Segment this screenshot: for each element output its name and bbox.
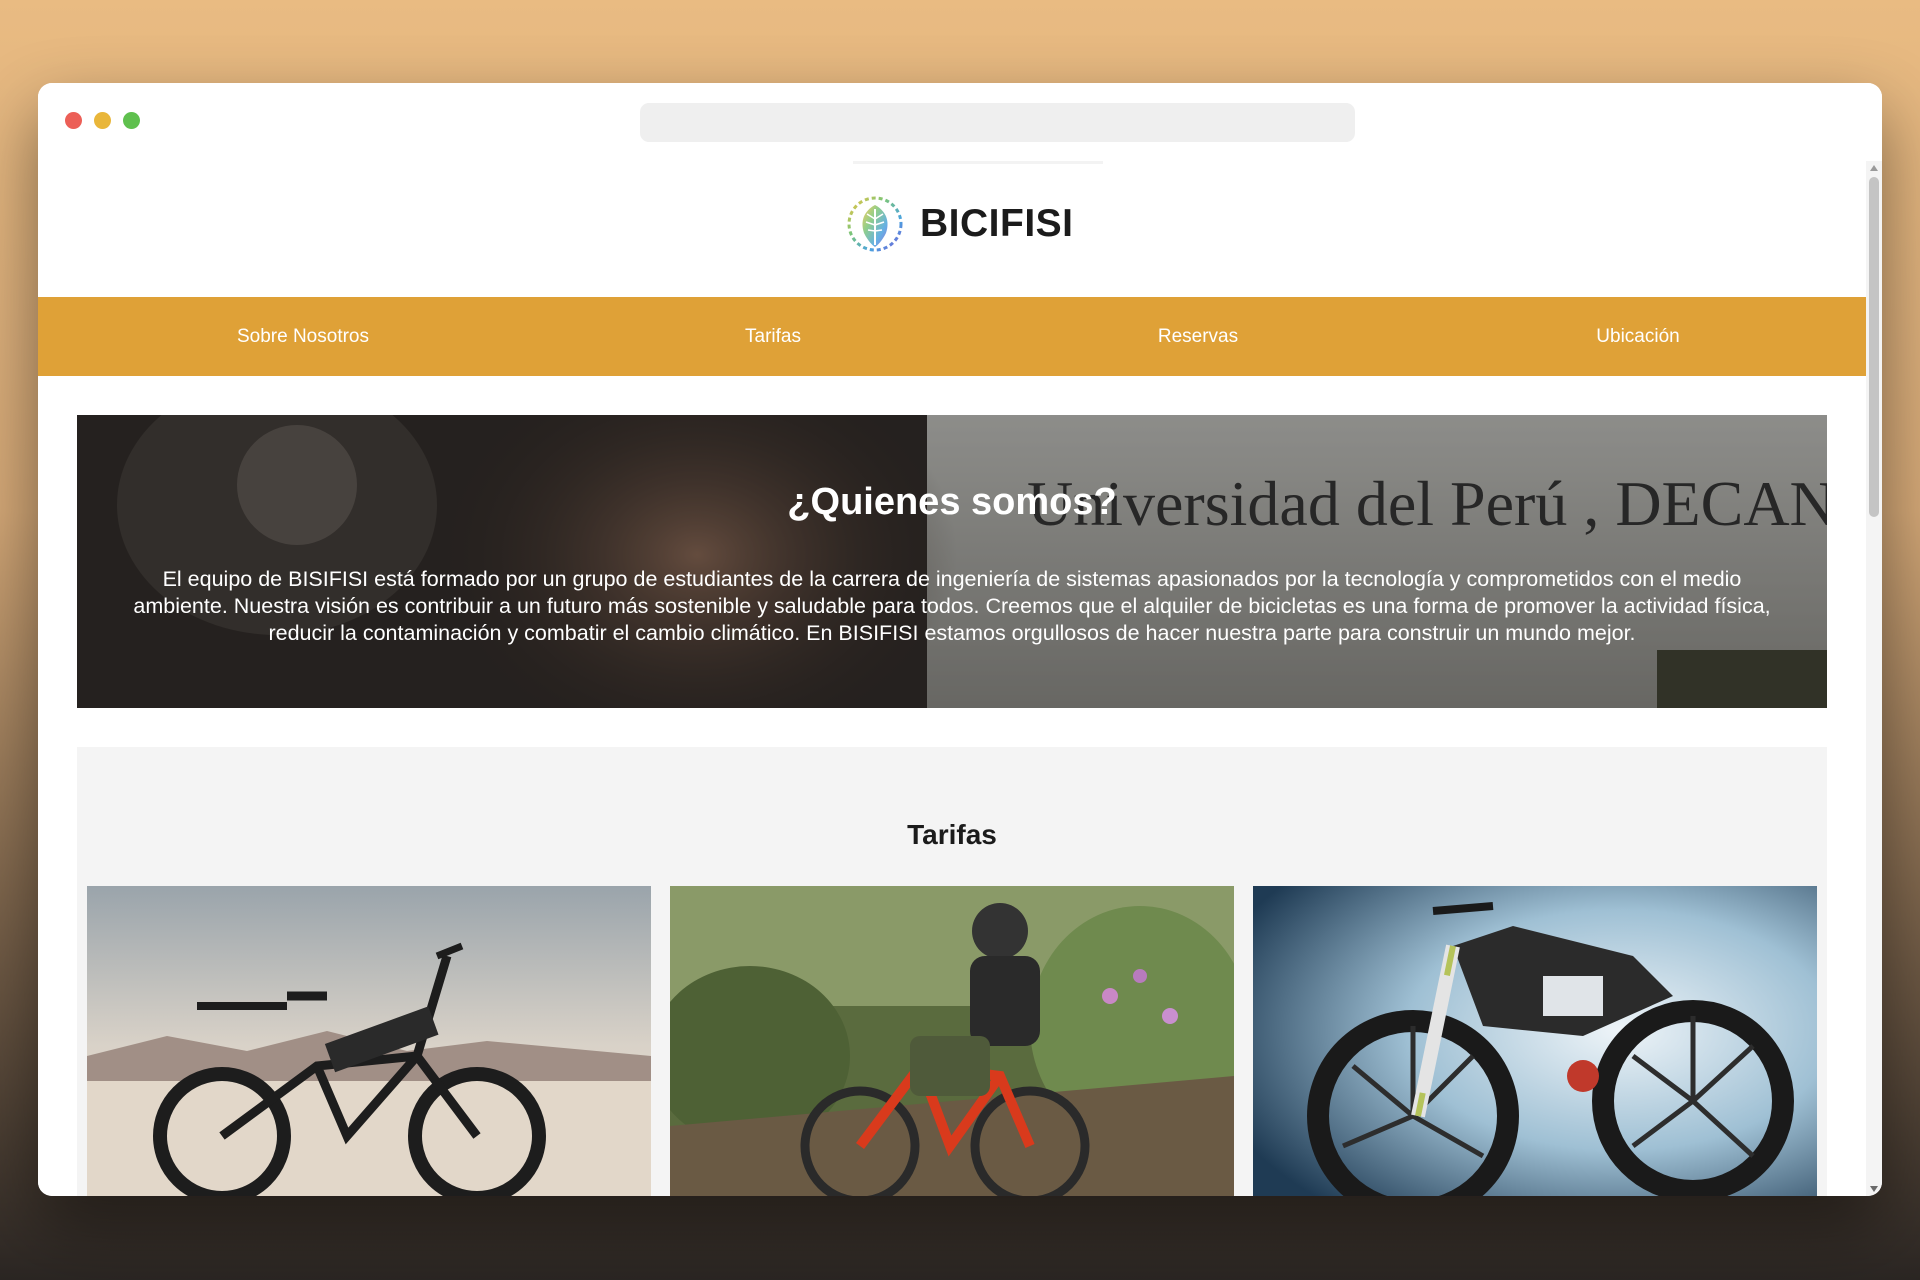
window-controls [65, 112, 140, 129]
tree-leaf-logo-icon [847, 196, 903, 252]
minimize-window-button[interactable] [94, 112, 111, 129]
pricing-title: Tarifas [907, 819, 997, 850]
site-header: BICIFISI [38, 161, 1866, 297]
nav-item-reservas[interactable]: Reservas [1098, 297, 1298, 376]
pricing-card-1[interactable] [87, 886, 651, 1196]
close-window-button[interactable] [65, 112, 82, 129]
nav-item-ubicacion[interactable]: Ubicación [1538, 297, 1738, 376]
header-divider [853, 161, 1103, 164]
nav-item-sobre-nosotros[interactable]: Sobre Nosotros [178, 297, 428, 376]
pricing-section: Tarifas [77, 747, 1827, 1196]
scrollbar-thumb[interactable] [1869, 177, 1879, 517]
e-bike-desert-photo [87, 886, 651, 1196]
brand-name: BICIFISI [920, 202, 1074, 245]
about-section: Universidad del Perú , DECANA DE AMÉRICA… [77, 415, 1827, 708]
page-scrollbar[interactable] [1866, 161, 1882, 1196]
scroll-up-arrow-icon[interactable] [1870, 165, 1878, 171]
scroll-down-arrow-icon[interactable] [1870, 1186, 1878, 1192]
nav-item-tarifas[interactable]: Tarifas [673, 297, 873, 376]
browser-titlebar [38, 83, 1882, 161]
page-viewport: BICIFISI Sobre Nosotros Tarifas Reservas… [38, 161, 1866, 1196]
about-text: El equipo de BISIFISI está formado por u… [133, 567, 1771, 645]
pricing-card-3[interactable] [1253, 886, 1817, 1196]
hero-overlay [77, 415, 1827, 708]
mountain-bike-rider-forest-photo [670, 886, 1234, 1196]
address-bar[interactable] [640, 103, 1355, 142]
browser-window: BICIFISI Sobre Nosotros Tarifas Reservas… [38, 83, 1882, 1196]
pricing-card-2[interactable] [670, 886, 1234, 1196]
maximize-window-button[interactable] [123, 112, 140, 129]
concept-e-bike-studio-photo [1253, 886, 1817, 1196]
main-nav: Sobre Nosotros Tarifas Reservas Ubicació… [38, 297, 1866, 376]
brand[interactable]: BICIFISI [846, 195, 1074, 253]
about-title: ¿Quienes somos? [787, 481, 1117, 523]
